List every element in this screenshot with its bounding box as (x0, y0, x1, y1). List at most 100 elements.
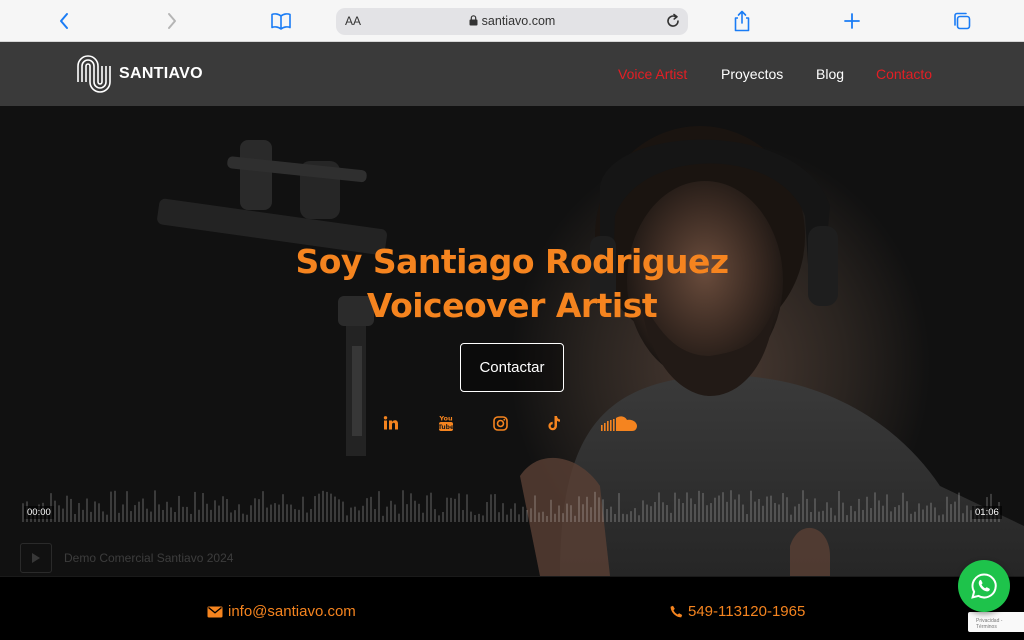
waveform-bar (262, 491, 264, 522)
chevron-right-icon (168, 13, 176, 29)
play-icon (32, 553, 40, 563)
tiktok-link[interactable] (545, 412, 563, 434)
nav-link-blog[interactable]: Blog (816, 66, 844, 82)
waveform-bar (162, 509, 164, 522)
reload-icon[interactable] (664, 12, 682, 30)
waveform-bar (238, 504, 240, 522)
waveform-bar (102, 511, 104, 522)
waveform-bar (794, 506, 796, 522)
share-button[interactable] (730, 8, 754, 34)
instagram-link[interactable] (491, 412, 509, 434)
waveform-bar (314, 496, 316, 522)
waveform-bar (254, 498, 256, 522)
waveform-bar (78, 503, 80, 522)
waveform-bar (654, 501, 656, 522)
hero-section: Soy Santiago Rodriguez Voiceover Artist … (0, 106, 1024, 576)
new-tab-button[interactable] (840, 8, 864, 34)
waveform-bar (582, 504, 584, 522)
play-button[interactable] (20, 543, 52, 573)
waveform-bar (406, 504, 408, 522)
waveform-bar (258, 499, 260, 522)
linkedin-icon (383, 416, 398, 430)
soundcloud-link[interactable] (600, 412, 640, 434)
waveform-bar (394, 504, 396, 522)
waveform-bar (566, 503, 568, 522)
waveform-bar (618, 493, 620, 522)
waveform-bar (634, 508, 636, 522)
waveform-bar (334, 496, 336, 522)
back-button[interactable] (52, 8, 76, 34)
waveform-bar (110, 491, 112, 522)
waveform-bar (514, 503, 516, 522)
waveform-bar (478, 513, 480, 522)
youtube-icon: YouTube (438, 415, 454, 431)
whatsapp-button[interactable] (958, 560, 1010, 612)
waveform-bar (946, 496, 948, 522)
waveform-bar (346, 515, 348, 522)
waveform-bar (526, 510, 528, 522)
waveform-bar (426, 495, 428, 522)
phone-link[interactable]: 549-113120-1965 (670, 603, 805, 620)
waveform-bar (614, 513, 616, 522)
waveform-bar (482, 515, 484, 522)
linkedin-link[interactable] (382, 412, 400, 434)
waveform-bar (926, 505, 928, 522)
recaptcha-badge[interactable]: Privacidad - Términos (968, 612, 1024, 632)
waveform-bar (666, 505, 668, 522)
site-header: SANTIAVO Voice Artist Proyectos Blog Con… (0, 42, 1024, 106)
waveform-bar (766, 496, 768, 522)
waveform-bar (98, 503, 100, 522)
waveform-bar (226, 499, 228, 522)
waveform-bar (774, 502, 776, 522)
audio-track-row[interactable]: Demo Comercial Santiavo 2024 (20, 543, 620, 573)
waveform-bar (798, 503, 800, 522)
email-link[interactable]: info@santiavo.com (207, 603, 356, 620)
waveform-bar (790, 514, 792, 522)
bookmarks-button[interactable] (268, 8, 294, 34)
waveform-bar (234, 510, 236, 522)
waveform-bar (922, 509, 924, 522)
waveform-bar (638, 515, 640, 522)
waveform-bar (674, 492, 676, 522)
waveform-bar (854, 511, 856, 522)
track-title: Demo Comercial Santiavo 2024 (64, 551, 234, 565)
waveform-bar (838, 491, 840, 522)
browser-toolbar: AA santiavo.com (0, 0, 1024, 42)
recaptcha-text: Privacidad - Términos (976, 618, 1003, 630)
waveform-bar (434, 509, 436, 522)
waveform-bar (606, 509, 608, 522)
waveform-bar (770, 495, 772, 522)
waveform-bar (686, 492, 688, 522)
waveform-bar (470, 511, 472, 522)
tabs-icon (954, 12, 971, 30)
waveform-bar (242, 513, 244, 522)
waveform-bar (166, 501, 168, 522)
hero-headline-line1: Soy Santiago Rodriguez (295, 242, 729, 281)
nav-link-voice-artist[interactable]: Voice Artist (618, 66, 687, 82)
waveform-bar (202, 493, 204, 522)
nav-link-proyectos[interactable]: Proyectos (721, 66, 783, 82)
contactar-button[interactable]: Contactar (460, 343, 564, 392)
waveform-bar (806, 498, 808, 522)
nav-link-contacto[interactable]: Contacto (876, 66, 932, 82)
waveform-bar (830, 507, 832, 522)
tabs-overview-button[interactable] (950, 8, 974, 34)
audio-waveform[interactable] (22, 486, 1002, 522)
waveform-bar (510, 508, 512, 522)
waveform-bar (210, 509, 212, 522)
waveform-bar (430, 492, 432, 522)
email-text: info@santiavo.com (228, 603, 356, 620)
address-bar[interactable]: AA santiavo.com (336, 8, 688, 35)
forward-button[interactable] (160, 8, 184, 34)
waveform-bar (498, 512, 500, 522)
waveform-bar (950, 504, 952, 522)
waveform-bar (458, 493, 460, 522)
waveform-bar (278, 504, 280, 522)
site-logo[interactable]: SANTIAVO (75, 52, 203, 96)
youtube-link[interactable]: You Tube (437, 412, 455, 434)
waveform-bar (810, 511, 812, 522)
waveform-bar (818, 511, 820, 522)
waveform-bar (186, 506, 188, 522)
waveform-bar (898, 505, 900, 522)
waveform-bar (954, 501, 956, 522)
